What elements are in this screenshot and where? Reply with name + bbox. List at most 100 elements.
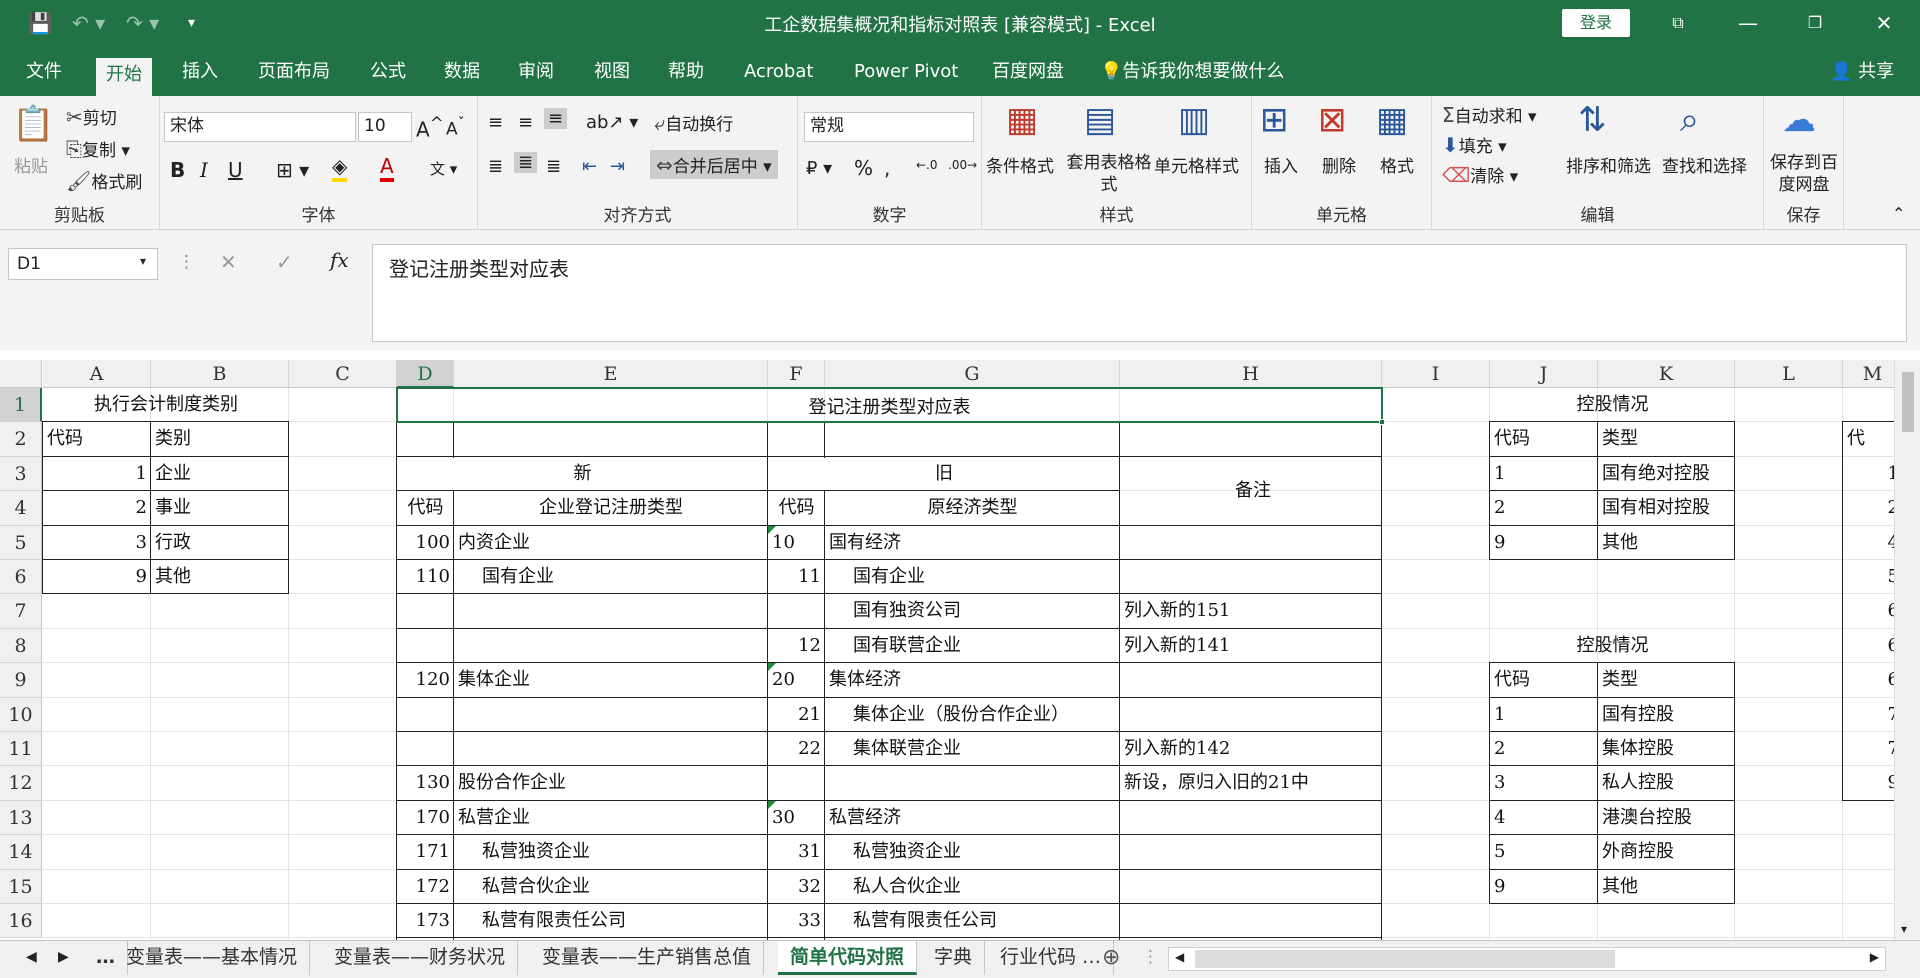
cell-j3[interactable]: 1 [1490, 457, 1598, 491]
number-format-select[interactable]: 常规 [804, 112, 974, 142]
tab-page-layout[interactable]: 页面布局 [248, 58, 340, 86]
cell-k12[interactable]: 私人控股 [1598, 766, 1735, 800]
tab-formulas[interactable]: 公式 [360, 58, 416, 86]
cell-e14[interactable]: 私营独资企业 [454, 835, 768, 869]
row-header-2[interactable]: 2 [0, 422, 42, 457]
column-header-f[interactable]: F [768, 360, 825, 388]
column-header-a[interactable]: A [43, 360, 151, 388]
format-table-icon[interactable]: ▤ [1084, 100, 1116, 140]
cut-button[interactable]: ✂剪切 [66, 104, 117, 129]
cell-d9[interactable]: 120 [397, 663, 454, 697]
cell-m6[interactable]: 5 [1843, 560, 1894, 594]
cell-k11[interactable]: 集体控股 [1598, 732, 1735, 766]
ribbon-display-icon[interactable]: ⧉ [1658, 8, 1698, 38]
column-header-j[interactable]: J [1490, 360, 1598, 388]
row-header-16[interactable]: 16 [0, 904, 42, 939]
align-top-icon[interactable]: ≡ [488, 112, 503, 133]
cell-g15[interactable]: 私人合伙企业 [825, 870, 1120, 904]
cell-f15[interactable]: 32 [768, 870, 825, 904]
sheet-tab[interactable]: 变量表——基本情况 [114, 941, 311, 975]
column-header-b[interactable]: B [151, 360, 289, 388]
cell-styles-button[interactable]: 单元格样式 [1154, 152, 1239, 177]
cell-f9[interactable]: 20 [768, 663, 825, 697]
paste-button[interactable]: 粘贴 [14, 152, 48, 177]
cell-e12[interactable]: 股份合作企业 [454, 766, 768, 800]
cell-j5[interactable]: 9 [1490, 526, 1598, 560]
scroll-down-icon[interactable]: ▾ [1901, 922, 1907, 936]
cell-k2[interactable]: 类型 [1598, 422, 1735, 456]
cell-g8[interactable]: 国有联营企业 [825, 629, 1120, 663]
cell-e4[interactable]: 企业登记注册类型 [454, 491, 768, 525]
cell-k15[interactable]: 其他 [1598, 870, 1735, 904]
cell-d5[interactable]: 100 [397, 526, 454, 560]
cell-m10[interactable]: 7 [1843, 698, 1894, 732]
orientation-icon[interactable]: ab↗ ▾ [586, 112, 638, 133]
format-table-button[interactable]: 套用表格格式 [1064, 152, 1154, 196]
row-header-15[interactable]: 15 [0, 869, 42, 904]
decrease-indent-icon[interactable]: ⇤ [582, 156, 597, 177]
cell-h7[interactable]: 列入新的151 [1120, 594, 1382, 628]
cell-b6[interactable]: 其他 [151, 560, 289, 594]
cell-j11[interactable]: 2 [1490, 732, 1598, 766]
row-header-8[interactable]: 8 [0, 628, 42, 664]
row-header-6[interactable]: 6 [0, 560, 42, 595]
cell-m3[interactable]: 1 [1843, 457, 1894, 491]
cell-m9[interactable]: 6 [1843, 663, 1894, 697]
row-header-1[interactable]: 1 [0, 388, 42, 423]
scroll-thumb[interactable] [1195, 950, 1615, 968]
scroll-right-icon[interactable]: ▶ [1864, 950, 1885, 964]
cell-g5[interactable]: 国有经济 [825, 526, 1120, 560]
wrap-text-button[interactable]: ⤶自动换行 [654, 110, 733, 135]
cell-h11[interactable]: 列入新的142 [1120, 732, 1382, 766]
row-header-10[interactable]: 10 [0, 697, 42, 732]
error-indicator-icon[interactable] [768, 800, 776, 809]
select-all-corner[interactable] [0, 360, 42, 388]
clear-button[interactable]: ⌫清除 ▾ [1442, 162, 1518, 187]
cell-k3[interactable]: 国有绝对控股 [1598, 457, 1735, 491]
worksheet-grid[interactable]: ABCDEFGHIJKLM 1 2 3 4 5 6 7 8 9 10 11 12 13 14 15 16 执行… [0, 360, 1894, 940]
cell-j1[interactable]: 控股情况 [1490, 388, 1735, 422]
restore-icon[interactable]: ❐ [1795, 8, 1835, 38]
font-color-icon[interactable]: A [380, 154, 394, 182]
sort-filter-button[interactable]: 排序和筛选 [1566, 152, 1651, 177]
find-select-icon[interactable]: ⌕ [1680, 100, 1699, 140]
cell-g9[interactable]: 集体经济 [825, 663, 1120, 697]
cell-d12[interactable]: 130 [397, 766, 454, 800]
insert-button[interactable]: 插入 [1264, 152, 1298, 177]
font-size-select[interactable]: 10 [358, 112, 412, 142]
scroll-left-icon[interactable]: ◀ [1169, 950, 1190, 964]
cell-a6[interactable]: 9 [43, 560, 151, 594]
tab-file[interactable]: 文件 [16, 58, 72, 86]
column-header-e[interactable]: E [454, 360, 768, 388]
cell-m8[interactable]: 6 [1843, 629, 1894, 663]
name-box[interactable]: D1 [8, 248, 158, 280]
tell-me-search[interactable]: 💡告诉我你想要做什么 [1090, 58, 1294, 86]
conditional-format-icon[interactable]: ▦ [1006, 100, 1038, 140]
cell-k9[interactable]: 类型 [1598, 663, 1735, 697]
cell-k14[interactable]: 外商控股 [1598, 835, 1735, 869]
autosum-button[interactable]: Σ自动求和 ▾ [1442, 102, 1537, 127]
collapse-ribbon-icon[interactable]: ⌃ [1892, 204, 1905, 223]
cell-g11[interactable]: 集体联营企业 [825, 732, 1120, 766]
cell-m11[interactable]: 7 [1843, 732, 1894, 766]
namebox-dropdown-icon[interactable]: ▾ [140, 254, 146, 268]
cell-g4[interactable]: 原经济类型 [825, 491, 1120, 525]
row-header-7[interactable]: 7 [0, 594, 42, 629]
cell-d14[interactable]: 171 [397, 835, 454, 869]
cell-m7[interactable]: 6 [1843, 594, 1894, 628]
cell-k5[interactable]: 其他 [1598, 526, 1735, 560]
cell-f5[interactable]: 10 [768, 526, 825, 560]
bold-button[interactable]: B [170, 158, 185, 182]
cell-e15[interactable]: 私营合伙企业 [454, 870, 768, 904]
row-header-13[interactable]: 13 [0, 800, 42, 836]
cell-j13[interactable]: 4 [1490, 801, 1598, 835]
percent-icon[interactable]: % [854, 156, 873, 180]
cell-a3[interactable]: 1 [43, 457, 151, 491]
vertical-scrollbar[interactable]: ▾ [1894, 360, 1920, 940]
formula-input[interactable]: 登记注册类型对应表 [372, 244, 1907, 342]
row-header-4[interactable]: 4 [0, 491, 42, 526]
fill-handle[interactable] [1379, 419, 1385, 426]
cell-k10[interactable]: 国有控股 [1598, 698, 1735, 732]
currency-icon[interactable]: ₽ ▾ [806, 158, 832, 179]
cell-a2[interactable]: 代码 [43, 422, 151, 456]
